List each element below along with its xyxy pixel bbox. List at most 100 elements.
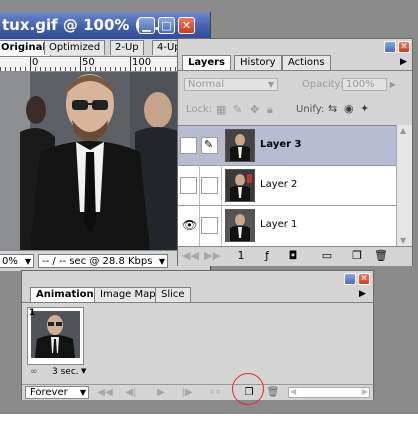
loop-value: Forever (30, 387, 68, 398)
divider (221, 166, 222, 206)
palette-close-button[interactable]: ✕ (398, 41, 410, 53)
first-frame-icon[interactable]: ◀◀ (96, 386, 114, 399)
tab-actions[interactable]: Actions (282, 55, 331, 70)
layer-row[interactable]: Layer 2 (178, 166, 396, 206)
play-icon[interactable]: ▶ (152, 386, 170, 399)
tween-icon[interactable]: ∘∘ (206, 386, 224, 399)
tab-image-map[interactable]: Image Map (94, 287, 162, 302)
layer-thumbnail (225, 209, 255, 242)
lock-paint-icon[interactable]: ✎ (233, 103, 242, 116)
trash-icon[interactable]: 🗑︎ (264, 386, 282, 399)
layer-list: ✎ Layer 3 Layer 2 👁︎ Layer 1 (178, 125, 396, 247)
chevron-down-icon: ▼ (158, 257, 165, 266)
zoom-value: 0% (2, 256, 18, 267)
palette-minimize-button[interactable] (384, 41, 396, 53)
frames-scrollbar[interactable]: ◀ ▶ (288, 387, 370, 398)
new-layer-icon[interactable]: ❐ (350, 249, 364, 263)
document-title-bar[interactable]: tux.gif @ 100% (O... ▁ □ ✕ (0, 12, 210, 39)
chevron-down-icon: ▼ (81, 367, 87, 375)
frame-delay[interactable]: 3 sec. (52, 367, 79, 377)
brush-icon: ✎ (204, 138, 214, 151)
loop-select[interactable]: Forever ▼ (25, 386, 89, 399)
visibility-toggle[interactable] (180, 177, 197, 194)
layers-palette: ✕ Layers History Actions ▶ Normal ▼ Opac… (177, 38, 413, 266)
layer-name: Layer 1 (260, 219, 298, 230)
tab-slice[interactable]: Slice (155, 287, 191, 302)
unify-position-icon[interactable]: ⇆ (328, 102, 337, 115)
lock-all-icon[interactable]: 🔒︎ (267, 103, 273, 117)
lock-transparency-icon[interactable]: ▦ (216, 103, 226, 116)
image-canvas[interactable] (0, 72, 180, 250)
horizontal-ruler: 0 50 100 (0, 57, 180, 72)
layer-thumbnail (225, 129, 255, 162)
chevron-down-icon: ▼ (267, 80, 274, 89)
chevron-right-icon: ▶ (389, 80, 396, 89)
divider (199, 166, 200, 206)
trash-icon[interactable]: 🗑︎ (374, 249, 388, 263)
frame-thumbnail (31, 311, 80, 358)
ruler-major-tick (30, 57, 31, 71)
lock-move-icon[interactable]: ✥ (250, 103, 259, 116)
layer-link-toggle[interactable] (201, 177, 218, 194)
close-button[interactable]: ✕ (178, 17, 195, 34)
new-set-icon[interactable]: ▭ (320, 249, 334, 263)
eye-icon: 👁︎ (182, 218, 198, 232)
opacity-value: 100% (346, 79, 375, 90)
palette-minimize-button[interactable] (344, 273, 356, 285)
layer-row[interactable]: 👁︎ Layer 1 (178, 206, 396, 247)
ruler-label: 50 (82, 57, 95, 68)
tab-2-up[interactable]: 2-Up (110, 40, 144, 55)
blend-mode-select[interactable]: Normal ▼ (184, 78, 278, 91)
minimize-icon: ▁ (142, 19, 151, 32)
photo-image (0, 72, 180, 250)
layer-row[interactable]: ✎ Layer 3 (178, 126, 396, 166)
opacity-label: Opacity: (302, 79, 344, 90)
visibility-toggle[interactable]: 👁︎ (180, 217, 197, 234)
chevron-down-icon: ▼ (79, 388, 86, 397)
ruler-major-tick (130, 57, 131, 71)
layer-brush-toggle[interactable]: ✎ (201, 137, 218, 154)
add-mask-icon[interactable]: ◘ (286, 249, 300, 263)
palette-title-bar[interactable]: ✕ (178, 39, 412, 55)
loop-frame-icon: ∞ (30, 367, 38, 377)
blend-mode-value: Normal (188, 79, 225, 90)
scroll-down-icon: ▼ (400, 236, 407, 245)
animation-palette: ✕ Animation Image Map Slice ▶ 1 ∞ 3 sec.… (21, 270, 374, 400)
download-time-select[interactable]: -- / -- sec @ 28.8 Kbps ▼ (38, 254, 168, 268)
animation-footer: Forever ▼ ◀◀ ◀| ▶ |▶ ∘∘ ❐ 🗑︎ ◀ ▶ (22, 384, 373, 400)
next-frame-icon[interactable]: ▶▶ (204, 249, 221, 263)
close-icon: ✕ (360, 274, 368, 284)
tab-history[interactable]: History (234, 55, 282, 70)
visibility-toggle[interactable] (180, 137, 197, 154)
unify-style-icon[interactable]: ✦ (360, 102, 369, 115)
palette-title-bar[interactable]: ✕ (22, 271, 373, 286)
unify-label: Unify: (296, 104, 325, 115)
previous-frame-icon[interactable]: ◀◀ (182, 249, 199, 263)
tab-optimized[interactable]: Optimized (44, 40, 106, 55)
animation-frame[interactable]: 1 (27, 307, 84, 365)
layers-scrollbar[interactable]: ▲ ▼ (396, 125, 412, 246)
layers-footer: ◀◀ ▶▶ 1 ƒ ◘ ▭ ❐ 🗑︎ (178, 246, 412, 266)
lock-label: Lock: (186, 104, 213, 115)
minimize-button[interactable]: ▁ (138, 17, 155, 34)
divider (199, 206, 200, 246)
layer-effects-icon[interactable]: ƒ (260, 249, 274, 263)
palette-menu-icon[interactable]: ▶ (400, 57, 407, 67)
maximize-button[interactable]: □ (158, 17, 175, 34)
palette-menu-icon[interactable]: ▶ (359, 289, 366, 299)
close-icon: ✕ (400, 42, 408, 52)
tab-animation[interactable]: Animation (30, 287, 100, 303)
previous-frame-icon[interactable]: ◀| (122, 386, 140, 399)
opacity-field[interactable]: 100% ▶ (342, 78, 396, 91)
download-time-value: -- / -- sec @ 28.8 Kbps (42, 256, 153, 267)
unify-visibility-icon[interactable]: ◉ (344, 102, 354, 115)
tab-layers[interactable]: Layers (182, 55, 231, 71)
zoom-select[interactable]: 0% ▼ (0, 254, 34, 268)
layer-thumbnail (225, 169, 255, 202)
layer-name: Layer 3 (260, 139, 302, 150)
palette-close-button[interactable]: ✕ (358, 273, 370, 285)
next-frame-icon[interactable]: |▶ (178, 386, 196, 399)
layer-link-toggle[interactable] (201, 217, 218, 234)
divider (221, 126, 222, 166)
chevron-down-icon: ▼ (24, 257, 31, 266)
